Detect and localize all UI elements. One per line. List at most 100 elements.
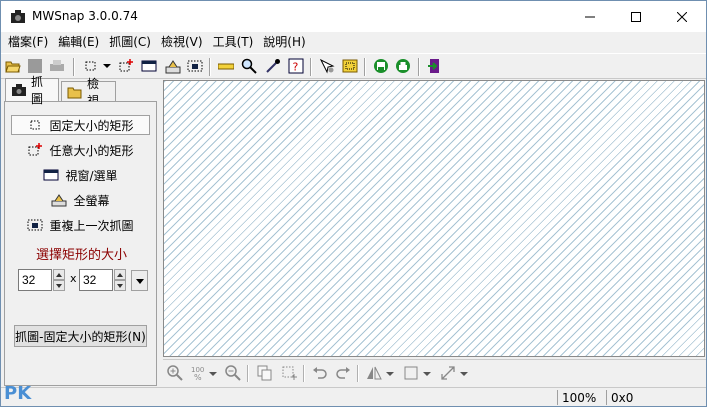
any-rectangle-tool-icon[interactable] [118,58,134,74]
maximize-button[interactable] [613,1,659,32]
green-print-icon[interactable] [395,58,411,74]
status-bar: 100% 0x0 [1,387,706,406]
svg-text:%: % [194,373,202,381]
zoom-dropdown-arrow[interactable] [209,372,217,376]
undo-icon[interactable] [312,365,328,381]
menu-tools[interactable]: 工具(T) [208,32,259,52]
mode-window-menu[interactable]: 視窗/選單 [11,165,150,185]
rectangle-dropdown-arrow[interactable] [103,64,111,68]
settings-pointer-icon[interactable] [319,58,335,74]
capture-tab-panel: 固定大小的矩形 任意大小的矩形 視窗/選單 全螢幕 重複上一次抓圖 選擇矩形的大… [4,101,157,386]
menu-capture[interactable]: 抓圖(C) [104,32,156,52]
ruler-icon[interactable] [218,58,234,74]
app-window: MWSnap 3.0.0.74 檔案(F) 編輯(E) 抓圖(C) 檢視(V) … [0,0,707,407]
chevron-down-icon [136,279,144,284]
close-button[interactable] [659,1,705,32]
viewbar-separator [303,365,305,382]
mode-repeat-capture[interactable]: 重複上一次抓圖 [11,215,150,235]
camera-app-icon [11,10,25,23]
status-coords: 0x0 [611,391,634,405]
viewbar-separator [247,365,249,382]
status-divider [606,390,607,405]
border-icon[interactable] [403,365,419,381]
height-up-button[interactable] [114,269,126,280]
width-up-button[interactable] [53,269,65,280]
arrow-up-icon [56,273,62,277]
mode-any-rectangle[interactable]: 任意大小的矩形 [11,140,150,160]
capture-fixed-rectangle-button[interactable]: 抓圖-固定大小的矩形(N) [14,325,147,347]
toolbar-separator [418,58,420,76]
height-input[interactable] [79,269,113,291]
size-preset-dropdown[interactable] [131,270,148,291]
resize-icon[interactable] [440,365,456,381]
window-title: MWSnap 3.0.0.74 [32,9,138,23]
folder-icon [67,87,82,99]
fixed-rectangle-icon [30,120,40,130]
rectangle-size-label: 選擇矩形的大小 [35,248,127,263]
toolbar-separator [73,58,75,76]
repeat-capture-tool-icon[interactable] [187,58,203,74]
zoom-out-icon[interactable] [225,365,241,381]
full-screen-tool-icon[interactable] [165,58,181,74]
repeat-capture-icon [27,219,43,231]
status-zoom: 100% [562,391,597,405]
window-tool-icon[interactable] [141,58,157,74]
arrow-up-icon [117,273,123,277]
toolbar-separator [209,58,211,76]
arrow-down-icon [56,284,62,288]
toolbar-separator [364,58,366,76]
tab-view[interactable]: 檢視 [61,77,116,108]
title-bar: MWSnap 3.0.0.74 [1,1,706,32]
redo-icon[interactable] [335,365,351,381]
mode-fixed-rectangle[interactable]: 固定大小的矩形 [11,115,150,135]
help-icon[interactable]: ? [288,58,304,74]
minimize-icon [585,16,595,17]
mode-full-screen[interactable]: 全螢幕 [11,190,150,210]
menu-help[interactable]: 說明(H) [258,32,310,52]
zoom-percent-icon[interactable]: 100% [191,365,207,381]
menu-view[interactable]: 檢視(V) [156,32,208,52]
magnifier-icon[interactable] [241,58,257,74]
minimize-button[interactable] [567,1,613,32]
mode-label: 全螢幕 [73,193,110,208]
green-save-icon[interactable] [373,58,389,74]
resize-dropdown-arrow[interactable] [460,372,468,376]
flip-dropdown-arrow[interactable] [386,372,394,376]
mode-label: 固定大小的矩形 [49,118,134,133]
tab-capture[interactable]: 抓圖 [5,75,59,106]
menu-file[interactable]: 檔案(F) [3,32,53,52]
arrow-down-icon [117,284,123,288]
viewbar-separator [357,365,359,382]
panel-tabs: 抓圖 檢視 [5,75,158,108]
save-icon[interactable] [27,58,43,74]
tab-capture-label: 抓圖 [31,75,44,106]
capture-settings-icon[interactable] [342,58,358,74]
mode-label: 視窗/選單 [65,168,118,183]
menu-edit[interactable]: 編輯(E) [53,32,104,52]
color-picker-icon[interactable] [265,58,281,74]
crop-icon[interactable] [281,365,297,381]
close-icon [677,11,687,22]
mode-label: 任意大小的矩形 [49,143,134,158]
open-folder-icon[interactable] [5,58,21,74]
toolbar-separator [310,58,312,76]
pk-watermark: PK [4,383,32,404]
zoom-in-icon[interactable] [167,365,183,381]
height-down-button[interactable] [114,280,126,291]
full-screen-icon [51,194,67,207]
width-down-button[interactable] [53,280,65,291]
print-icon[interactable] [49,58,65,74]
border-dropdown-arrow[interactable] [423,372,431,376]
copy-icon[interactable] [257,365,273,381]
view-toolbar: 100% [163,359,706,386]
width-input[interactable] [18,269,52,291]
image-canvas[interactable] [163,80,705,357]
svg-text:?: ? [293,61,299,74]
flip-icon[interactable] [366,365,382,381]
exit-door-icon[interactable] [427,58,443,74]
status-divider [557,390,558,405]
camera-icon [12,84,26,96]
menu-bar: 檔案(F) 編輯(E) 抓圖(C) 檢視(V) 工具(T) 說明(H) [1,32,706,52]
fixed-rectangle-tool-icon[interactable] [83,58,99,74]
capture-panel: 抓圖 檢視 固定大小的矩形 任意大小的矩形 視窗/選單 全螢幕 [3,75,158,386]
